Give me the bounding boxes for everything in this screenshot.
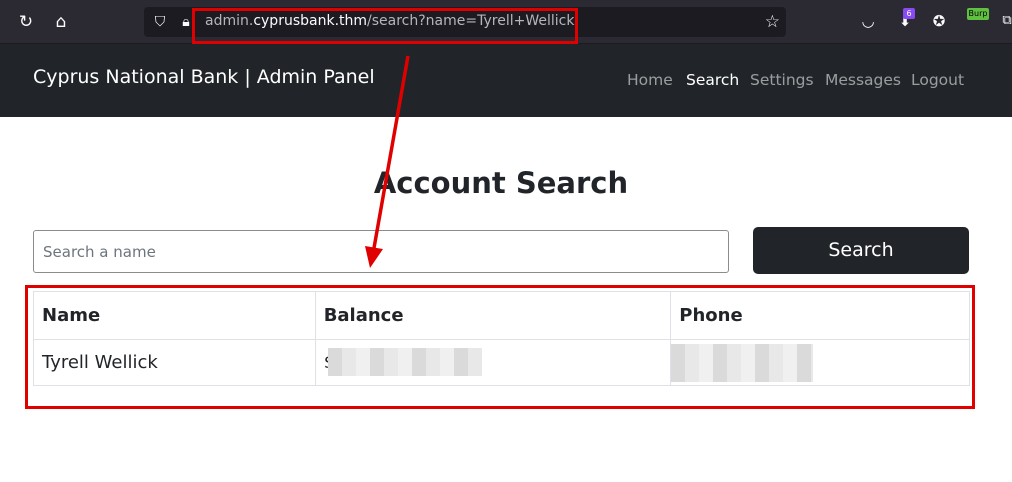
nav-settings[interactable]: Settings	[750, 71, 814, 89]
site-navbar: Cyprus National Bank | Admin Panel Home …	[0, 44, 1012, 117]
shield-icon[interactable]: ⛉	[151, 13, 169, 31]
home-icon[interactable]: ⌂	[51, 12, 71, 32]
nav-messages[interactable]: Messages	[825, 71, 901, 89]
nav-search[interactable]: Search	[686, 71, 739, 89]
reload-icon[interactable]: ↻	[16, 12, 36, 32]
search-button[interactable]: Search	[753, 227, 969, 274]
puzzle-icon[interactable]: ⧉	[997, 11, 1012, 31]
extension-badge: 6	[903, 8, 915, 19]
star-icon[interactable]: ☆	[765, 12, 780, 32]
site-brand[interactable]: Cyprus National Bank | Admin Panel	[33, 66, 375, 88]
cookie-icon[interactable]: ✪	[929, 11, 949, 31]
table-highlight-box	[25, 285, 975, 409]
burp-icon[interactable]: Burp	[967, 8, 989, 20]
pocket-icon[interactable]: ◡	[858, 11, 878, 31]
search-input[interactable]	[33, 230, 729, 273]
page-title: Account Search	[373, 166, 629, 200]
url-highlight-box	[192, 8, 578, 44]
nav-home[interactable]: Home	[627, 71, 673, 89]
nav-logout[interactable]: Logout	[911, 71, 964, 89]
